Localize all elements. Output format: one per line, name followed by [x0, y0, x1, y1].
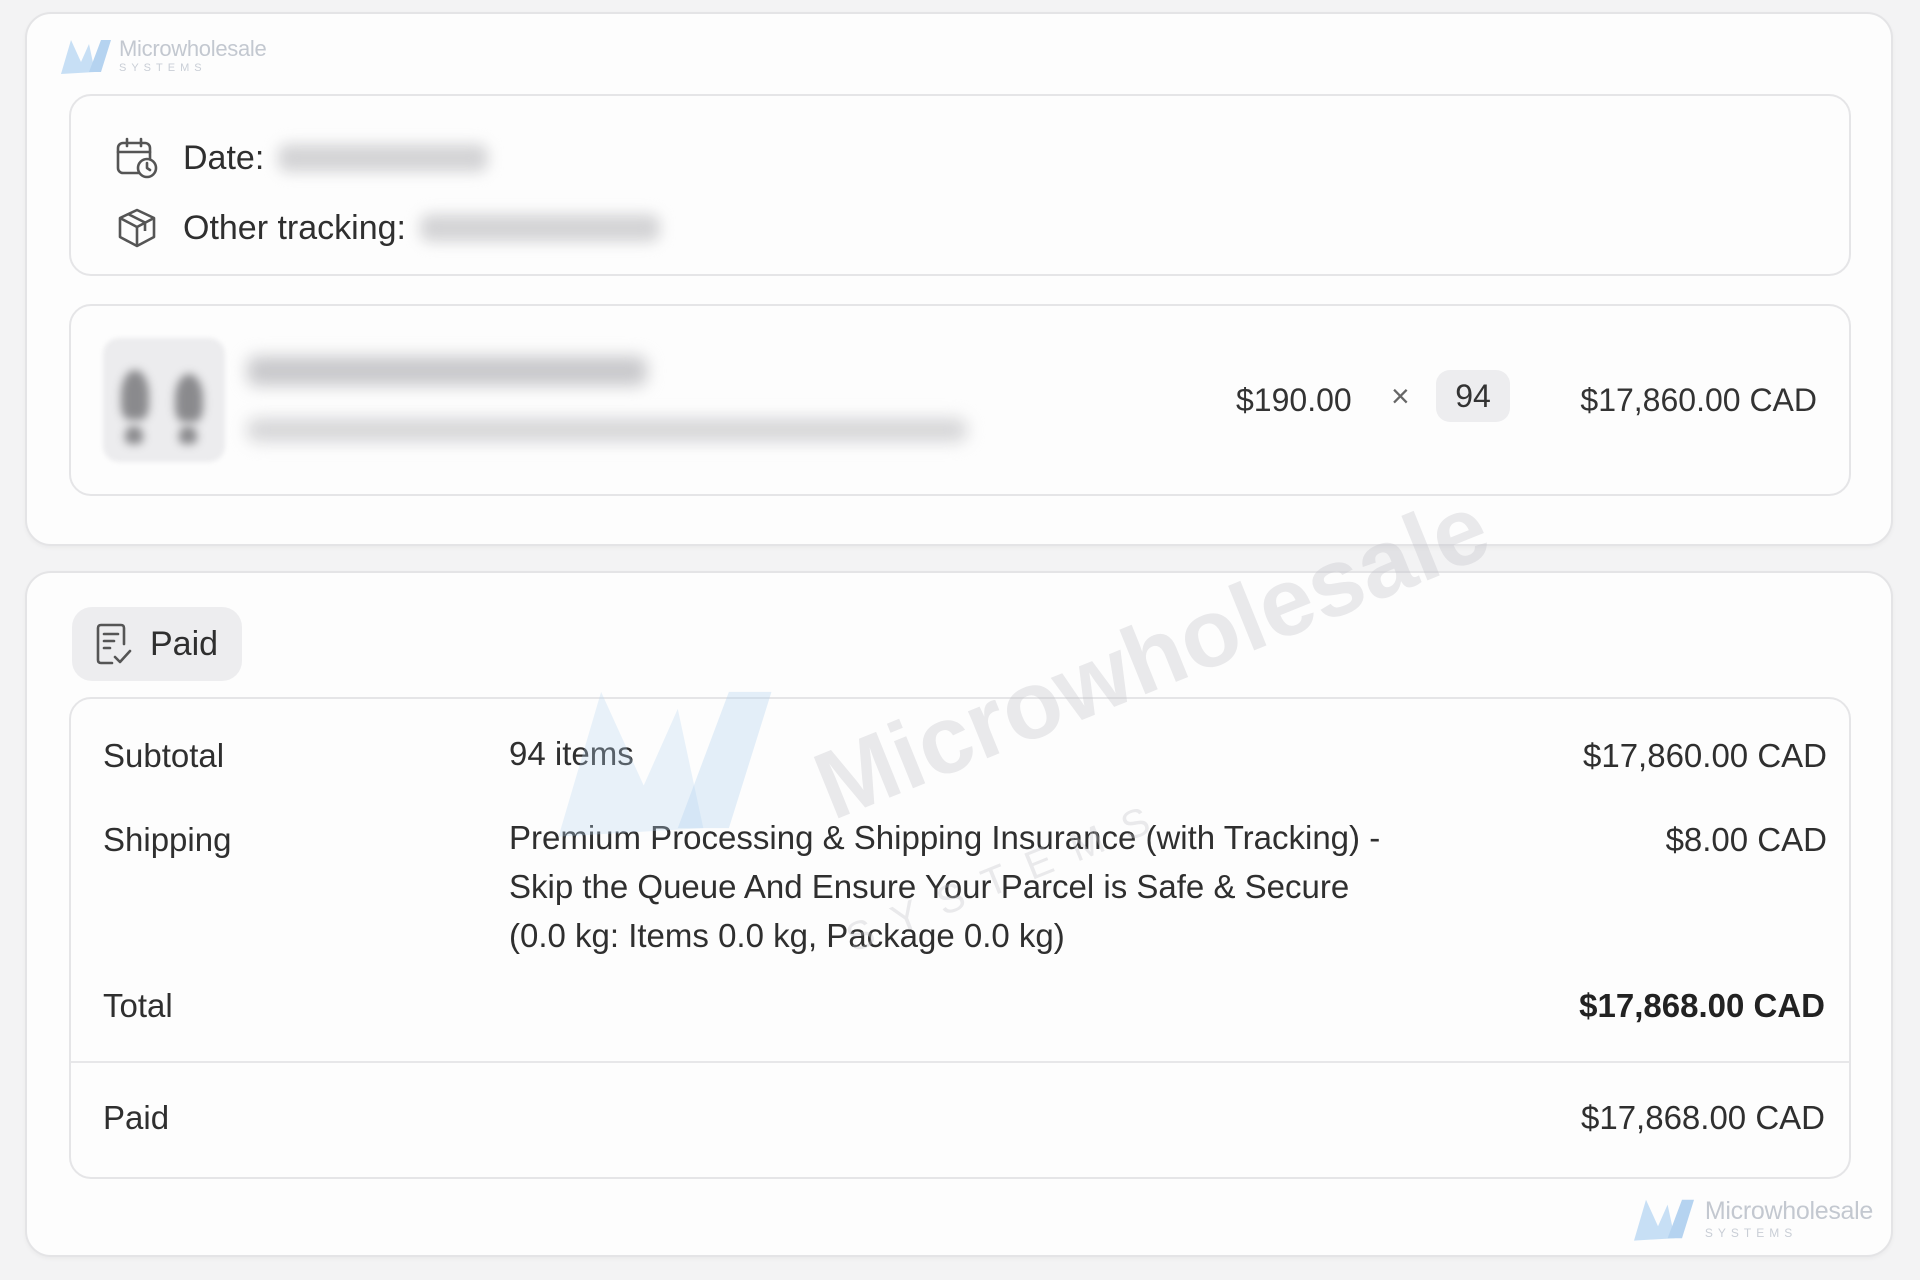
- total-label: Total: [103, 987, 173, 1024]
- calendar-clock-icon: [115, 136, 159, 180]
- receipt-check-icon: [94, 622, 134, 666]
- subtotal-value: $17,860.00 CAD: [1582, 737, 1827, 774]
- shipping-line: Premium Processing & Shipping Insurance …: [509, 819, 1381, 856]
- line-item[interactable]: $190.00 × 94 $17,860.00 CAD: [69, 304, 1851, 496]
- shipping-description: Premium Processing & Shipping Insurance …: [509, 813, 1429, 960]
- order-page: Microwholesale SYSTEMS Date: Other track…: [0, 0, 1920, 1280]
- payment-status-badge: Paid: [72, 607, 243, 681]
- unit-price: $190.00: [1236, 382, 1352, 418]
- date-label: Date:: [183, 138, 265, 177]
- brand-logo-footer: Microwholesale SYSTEMS: [1629, 1195, 1873, 1243]
- subtotal-items: 94 items: [509, 735, 634, 772]
- line-total: $17,860.00 CAD: [1580, 382, 1817, 418]
- summary-divider: [71, 1061, 1849, 1063]
- payment-summary: Subtotal 94 items $17,860.00 CAD Shippin…: [69, 697, 1851, 1179]
- date-row: Date:: [115, 136, 489, 180]
- order-info-box: Date: Other tracking:: [69, 94, 1851, 276]
- multiply-symbol: ×: [1391, 378, 1410, 414]
- payment-status-label: Paid: [150, 624, 219, 663]
- shipping-line: Skip the Queue And Ensure Your Parcel is…: [509, 868, 1350, 905]
- tracking-label: Other tracking:: [183, 208, 406, 247]
- tracking-row: Other tracking:: [115, 206, 660, 250]
- brand-mark-icon: [59, 36, 113, 76]
- paid-value: $17,868.00 CAD: [1580, 1099, 1825, 1136]
- package-icon: [115, 206, 159, 250]
- shipping-value: $8.00 CAD: [1665, 821, 1827, 858]
- brand-logo: Microwholesale SYSTEMS: [59, 36, 267, 76]
- date-value-redacted: [278, 144, 489, 172]
- payment-card: Paid Subtotal 94 items $17,860.00 CAD Sh…: [25, 571, 1893, 1257]
- tracking-value-redacted: [419, 214, 660, 242]
- paid-label: Paid: [103, 1099, 170, 1136]
- product-variant-redacted: [247, 418, 967, 442]
- brand-subtitle: SYSTEMS: [1704, 1226, 1798, 1240]
- quantity-badge: 94: [1436, 370, 1510, 422]
- brand-mark-icon: [1629, 1195, 1699, 1243]
- subtotal-label: Subtotal: [103, 737, 225, 774]
- brand-subtitle: SYSTEMS: [119, 62, 207, 74]
- product-thumbnail[interactable]: [103, 338, 225, 462]
- shipping-label: Shipping: [103, 821, 232, 858]
- total-value: $17,868.00 CAD: [1579, 987, 1825, 1024]
- order-details-card: Microwholesale SYSTEMS Date: Other track…: [25, 12, 1893, 546]
- brand-name: Microwholesale: [119, 36, 267, 61]
- brand-name: Microwholesale: [1704, 1197, 1873, 1225]
- product-name-redacted[interactable]: [247, 356, 647, 386]
- shipping-line: (0.0 kg: Items 0.0 kg, Package 0.0 kg): [509, 917, 1065, 954]
